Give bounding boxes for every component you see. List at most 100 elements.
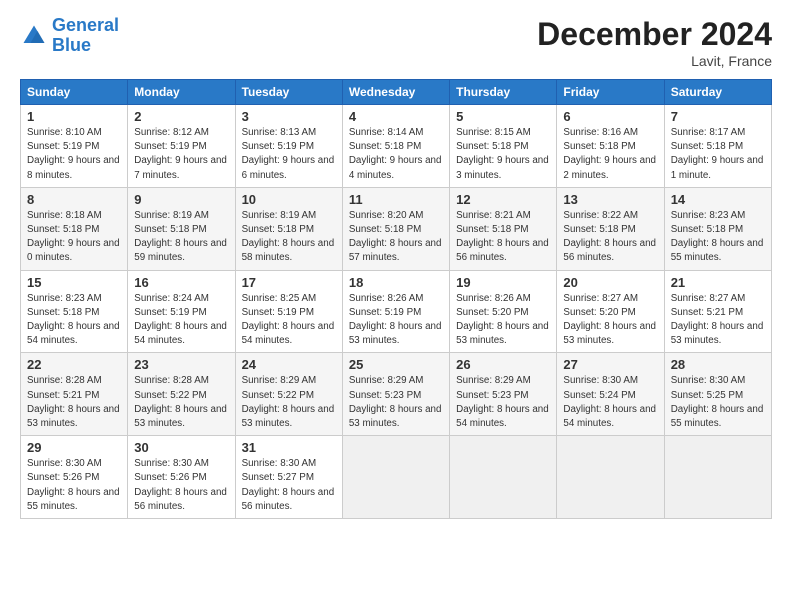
day-info: Sunrise: 8:25 AMSunset: 5:19 PMDaylight:… (242, 292, 336, 349)
calendar-table: Sunday Monday Tuesday Wednesday Thursday… (20, 79, 772, 519)
table-row: 23Sunrise: 8:28 AMSunset: 5:22 PMDayligh… (128, 353, 235, 436)
table-row: 18 Sunrise: 8:26 AMSunset: 5:19 PMDayligh… (342, 270, 449, 353)
logo-blue: Blue (52, 35, 91, 55)
col-saturday: Saturday (664, 80, 771, 105)
table-row: 17 Sunrise: 8:25 AMSunset: 5:19 PMDayligh… (235, 270, 342, 353)
header: General Blue December 2024 Lavit, France (20, 16, 772, 69)
page: General Blue December 2024 Lavit, France… (0, 0, 792, 529)
table-row: 30 Sunrise: 8:30 AMSunset: 5:26 PMDayligh… (128, 436, 235, 519)
day-number: 13 (563, 192, 657, 207)
day-number: 12 (456, 192, 550, 207)
table-row: 31Sunrise: 8:30 AMSunset: 5:27 PMDayligh… (235, 436, 342, 519)
col-tuesday: Tuesday (235, 80, 342, 105)
table-row (664, 436, 771, 519)
logo-text: General Blue (52, 16, 119, 56)
logo-general: General (52, 15, 119, 35)
day-number: 15 (27, 275, 121, 290)
table-row: 11Sunrise: 8:20 AMSunset: 5:18 PMDayligh… (342, 187, 449, 270)
day-number: 24 (242, 357, 336, 372)
logo: General Blue (20, 16, 119, 56)
table-row: 13Sunrise: 8:22 AMSunset: 5:18 PMDayligh… (557, 187, 664, 270)
calendar-row: 22Sunrise: 8:28 AMSunset: 5:21 PMDayligh… (21, 353, 772, 436)
day-number: 4 (349, 109, 443, 124)
day-info: Sunrise: 8:30 AMSunset: 5:24 PMDaylight:… (563, 374, 657, 431)
day-number: 27 (563, 357, 657, 372)
logo-icon (20, 22, 48, 50)
table-row: 19 Sunrise: 8:26 AMSunset: 5:20 PMDayligh… (450, 270, 557, 353)
table-row: 12 Sunrise: 8:21 AMSunset: 5:18 PMDayligh… (450, 187, 557, 270)
day-number: 29 (27, 440, 121, 455)
day-info: Sunrise: 8:26 AMSunset: 5:19 PMDaylight:… (349, 292, 443, 349)
col-friday: Friday (557, 80, 664, 105)
day-info: Sunrise: 8:18 AMSunset: 5:18 PMDaylight:… (27, 209, 121, 266)
table-row: 28Sunrise: 8:30 AMSunset: 5:25 PMDayligh… (664, 353, 771, 436)
col-sunday: Sunday (21, 80, 128, 105)
day-info: Sunrise: 8:23 AMSunset: 5:18 PMDaylight:… (27, 292, 121, 349)
table-row: 26 Sunrise: 8:29 AMSunset: 5:23 PMDayligh… (450, 353, 557, 436)
day-info: Sunrise: 8:20 AMSunset: 5:18 PMDaylight:… (349, 209, 443, 266)
day-info: Sunrise: 8:29 AMSunset: 5:23 PMDaylight:… (349, 374, 443, 431)
day-number: 6 (563, 109, 657, 124)
day-info: Sunrise: 8:28 AMSunset: 5:22 PMDaylight:… (134, 374, 228, 431)
day-info: Sunrise: 8:14 AMSunset: 5:18 PMDaylight:… (349, 126, 443, 183)
day-info: Sunrise: 8:15 AMSunset: 5:18 PMDaylight:… (456, 126, 550, 183)
day-number: 10 (242, 192, 336, 207)
table-row: 25Sunrise: 8:29 AMSunset: 5:23 PMDayligh… (342, 353, 449, 436)
day-number: 7 (671, 109, 765, 124)
table-row: 3 Sunrise: 8:13 AMSunset: 5:19 PMDaylight… (235, 105, 342, 188)
day-info: Sunrise: 8:17 AMSunset: 5:18 PMDaylight:… (671, 126, 765, 183)
day-number: 14 (671, 192, 765, 207)
day-number: 21 (671, 275, 765, 290)
header-row: Sunday Monday Tuesday Wednesday Thursday… (21, 80, 772, 105)
day-number: 2 (134, 109, 228, 124)
table-row: 7 Sunrise: 8:17 AMSunset: 5:18 PMDaylight… (664, 105, 771, 188)
table-row (557, 436, 664, 519)
day-number: 26 (456, 357, 550, 372)
day-number: 28 (671, 357, 765, 372)
table-row: 27 Sunrise: 8:30 AMSunset: 5:24 PMDayligh… (557, 353, 664, 436)
day-number: 30 (134, 440, 228, 455)
table-row (450, 436, 557, 519)
day-info: Sunrise: 8:13 AMSunset: 5:19 PMDaylight:… (242, 126, 336, 183)
month-title: December 2024 (537, 16, 772, 53)
table-row: 8 Sunrise: 8:18 AMSunset: 5:18 PMDaylight… (21, 187, 128, 270)
table-row: 10 Sunrise: 8:19 AMSunset: 5:18 PMDayligh… (235, 187, 342, 270)
day-info: Sunrise: 8:16 AMSunset: 5:18 PMDaylight:… (563, 126, 657, 183)
location: Lavit, France (537, 53, 772, 69)
day-info: Sunrise: 8:27 AMSunset: 5:20 PMDaylight:… (563, 292, 657, 349)
day-info: Sunrise: 8:29 AMSunset: 5:23 PMDaylight:… (456, 374, 550, 431)
day-info: Sunrise: 8:30 AMSunset: 5:26 PMDaylight:… (134, 457, 228, 514)
table-row: 21 Sunrise: 8:27 AMSunset: 5:21 PMDayligh… (664, 270, 771, 353)
day-info: Sunrise: 8:28 AMSunset: 5:21 PMDaylight:… (27, 374, 121, 431)
day-number: 18 (349, 275, 443, 290)
table-row: 15 Sunrise: 8:23 AMSunset: 5:18 PMDayligh… (21, 270, 128, 353)
day-info: Sunrise: 8:19 AMSunset: 5:18 PMDaylight:… (134, 209, 228, 266)
day-info: Sunrise: 8:30 AMSunset: 5:27 PMDaylight:… (242, 457, 336, 514)
day-info: Sunrise: 8:27 AMSunset: 5:21 PMDaylight:… (671, 292, 765, 349)
day-number: 16 (134, 275, 228, 290)
day-number: 1 (27, 109, 121, 124)
calendar-row: 15 Sunrise: 8:23 AMSunset: 5:18 PMDayligh… (21, 270, 772, 353)
day-info: Sunrise: 8:19 AMSunset: 5:18 PMDaylight:… (242, 209, 336, 266)
table-row: 14Sunrise: 8:23 AMSunset: 5:18 PMDayligh… (664, 187, 771, 270)
day-number: 17 (242, 275, 336, 290)
table-row: 16Sunrise: 8:24 AMSunset: 5:19 PMDayligh… (128, 270, 235, 353)
table-row: 20Sunrise: 8:27 AMSunset: 5:20 PMDayligh… (557, 270, 664, 353)
calendar-row: 29 Sunrise: 8:30 AMSunset: 5:26 PMDayligh… (21, 436, 772, 519)
table-row (342, 436, 449, 519)
col-wednesday: Wednesday (342, 80, 449, 105)
table-row: 1 Sunrise: 8:10 AMSunset: 5:19 PMDaylight… (21, 105, 128, 188)
day-number: 8 (27, 192, 121, 207)
day-info: Sunrise: 8:26 AMSunset: 5:20 PMDaylight:… (456, 292, 550, 349)
day-info: Sunrise: 8:30 AMSunset: 5:26 PMDaylight:… (27, 457, 121, 514)
col-monday: Monday (128, 80, 235, 105)
table-row: 9Sunrise: 8:19 AMSunset: 5:18 PMDaylight… (128, 187, 235, 270)
title-block: December 2024 Lavit, France (537, 16, 772, 69)
day-info: Sunrise: 8:21 AMSunset: 5:18 PMDaylight:… (456, 209, 550, 266)
day-number: 3 (242, 109, 336, 124)
table-row: 5Sunrise: 8:15 AMSunset: 5:18 PMDaylight… (450, 105, 557, 188)
table-row: 24 Sunrise: 8:29 AMSunset: 5:22 PMDayligh… (235, 353, 342, 436)
day-number: 19 (456, 275, 550, 290)
day-info: Sunrise: 8:10 AMSunset: 5:19 PMDaylight:… (27, 126, 121, 183)
day-info: Sunrise: 8:29 AMSunset: 5:22 PMDaylight:… (242, 374, 336, 431)
